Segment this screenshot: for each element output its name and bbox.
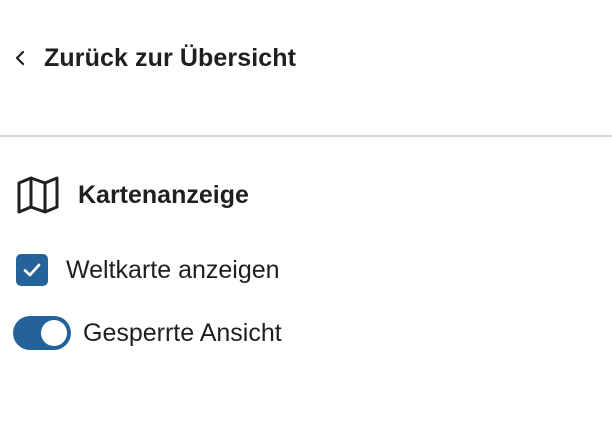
checkmark-icon — [23, 263, 41, 277]
world-map-label: Weltkarte anzeigen — [66, 255, 280, 284]
back-to-overview-link[interactable]: Zurück zur Übersicht — [12, 38, 296, 78]
world-map-checkbox[interactable] — [16, 254, 48, 286]
locked-view-label: Gesperrte Ansicht — [83, 318, 282, 347]
map-icon — [16, 175, 60, 215]
toggle-knob — [41, 320, 67, 346]
locked-view-toggle[interactable] — [13, 316, 71, 350]
chevron-left-icon — [12, 49, 30, 67]
section-title: Kartenanzeige — [78, 180, 249, 209]
section-header: Kartenanzeige — [16, 174, 249, 216]
section-divider — [0, 135, 612, 137]
world-map-option[interactable]: Weltkarte anzeigen — [16, 250, 280, 290]
locked-view-option[interactable]: Gesperrte Ansicht — [13, 313, 282, 353]
back-link-label: Zurück zur Übersicht — [44, 43, 297, 72]
